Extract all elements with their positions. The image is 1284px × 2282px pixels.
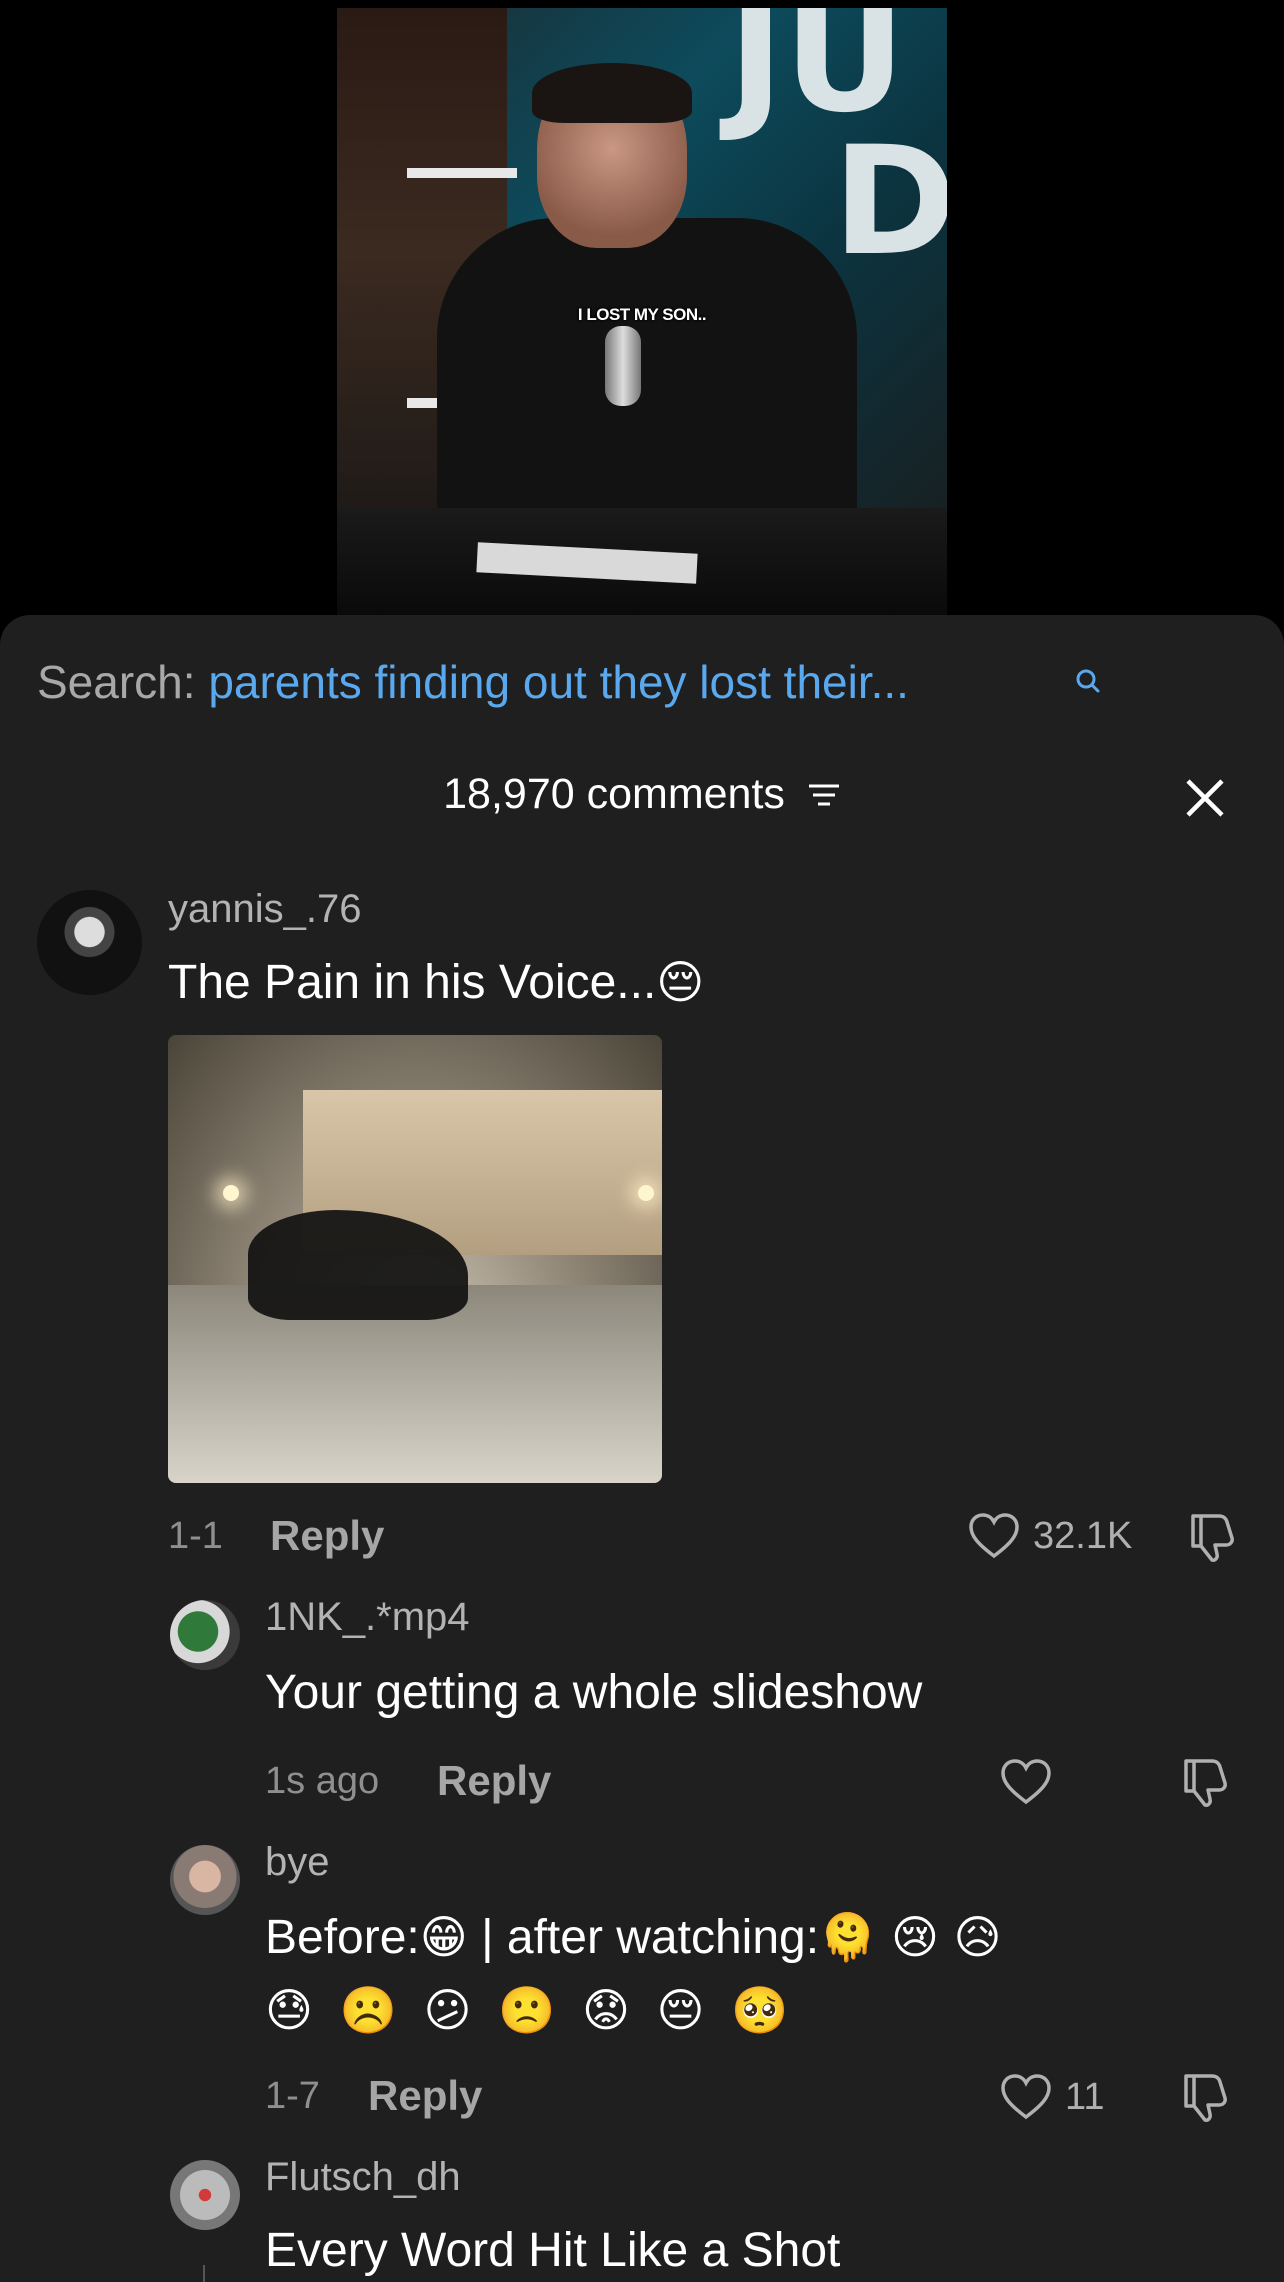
video-frame[interactable]: JU D I LOST MY SON.. <box>337 8 947 615</box>
avatar[interactable] <box>170 1845 240 1915</box>
heart-icon[interactable] <box>1000 2073 1052 2126</box>
video-caption: I LOST MY SON.. <box>577 305 707 324</box>
pensive-face-emoji: 😔 <box>656 955 705 1009</box>
avatar[interactable] <box>37 890 142 995</box>
image-light <box>638 1185 654 1201</box>
grinning-face-emoji: 😁 <box>419 1910 468 1964</box>
video-decoration <box>407 168 517 178</box>
like-count: 32.1K <box>1033 1515 1133 1557</box>
avatar[interactable] <box>170 2160 240 2230</box>
comment-date: 1s ago <box>265 1760 380 1802</box>
comment-username[interactable]: yannis_.76 <box>168 887 361 932</box>
emoji-sequence-line2: 😓 ☹️ 😕 🙁 😟 😔 🥺 <box>265 1983 795 2037</box>
microphone-graphic <box>605 326 641 406</box>
comments-sheet: Search: parents finding out they lost th… <box>0 615 1284 2282</box>
comment-username[interactable]: Flutsch_dh <box>265 2155 461 2200</box>
video-person-hair <box>532 63 692 123</box>
video-player[interactable]: JU D I LOST MY SON.. <box>0 0 1284 615</box>
heart-icon[interactable] <box>968 1512 1020 1565</box>
comment-text-after: | after watching: <box>467 1911 820 1964</box>
heart-icon[interactable] <box>1000 1758 1052 1811</box>
comment-text-before: Before: <box>265 1911 420 1964</box>
comment-text-body: The Pain in his Voice... <box>168 956 657 1009</box>
search-icon[interactable] <box>1072 655 1104 709</box>
filter-icon[interactable] <box>807 772 841 821</box>
reply-button[interactable]: Reply <box>270 1512 384 1560</box>
comment-username[interactable]: 1NK_.*mp4 <box>265 1595 470 1640</box>
comment-text: Your getting a whole slideshow <box>265 1666 923 1719</box>
reply-button[interactable]: Reply <box>437 1757 551 1805</box>
search-label: Search: <box>37 656 196 708</box>
comment-text-line1: Before:😁 | after watching:🫠 😢 😥 <box>265 1910 1001 1965</box>
comment-text: The Pain in his Voice...😔 <box>168 955 704 1010</box>
close-icon[interactable] <box>1180 773 1230 823</box>
thread-line <box>203 2265 205 2282</box>
comment-attached-image[interactable] <box>168 1035 662 1483</box>
dislike-icon[interactable] <box>1178 2070 1230 2129</box>
search-query-link[interactable]: parents finding out they lost their... <box>208 656 909 708</box>
comment-text: Every Word Hit Like a Shot <box>265 2224 841 2277</box>
dislike-icon[interactable] <box>1185 1510 1237 1569</box>
image-light <box>223 1185 239 1201</box>
dislike-icon[interactable] <box>1178 1755 1230 1814</box>
avatar[interactable] <box>170 1600 240 1670</box>
emoji-sequence: 🫠 😢 😥 <box>819 1910 1002 1964</box>
comment-date: 1-7 <box>265 2075 320 2117</box>
like-count: 11 <box>1065 2076 1105 2118</box>
comments-count-header: 18,970 comments <box>0 770 1284 821</box>
comment-date: 1-1 <box>168 1515 223 1557</box>
comment-username[interactable]: bye <box>265 1840 330 1885</box>
comments-count: 18,970 comments <box>443 770 785 818</box>
reply-button[interactable]: Reply <box>368 2072 482 2120</box>
search-suggestion[interactable]: Search: parents finding out they lost th… <box>37 655 1100 709</box>
video-person-body <box>437 218 857 548</box>
